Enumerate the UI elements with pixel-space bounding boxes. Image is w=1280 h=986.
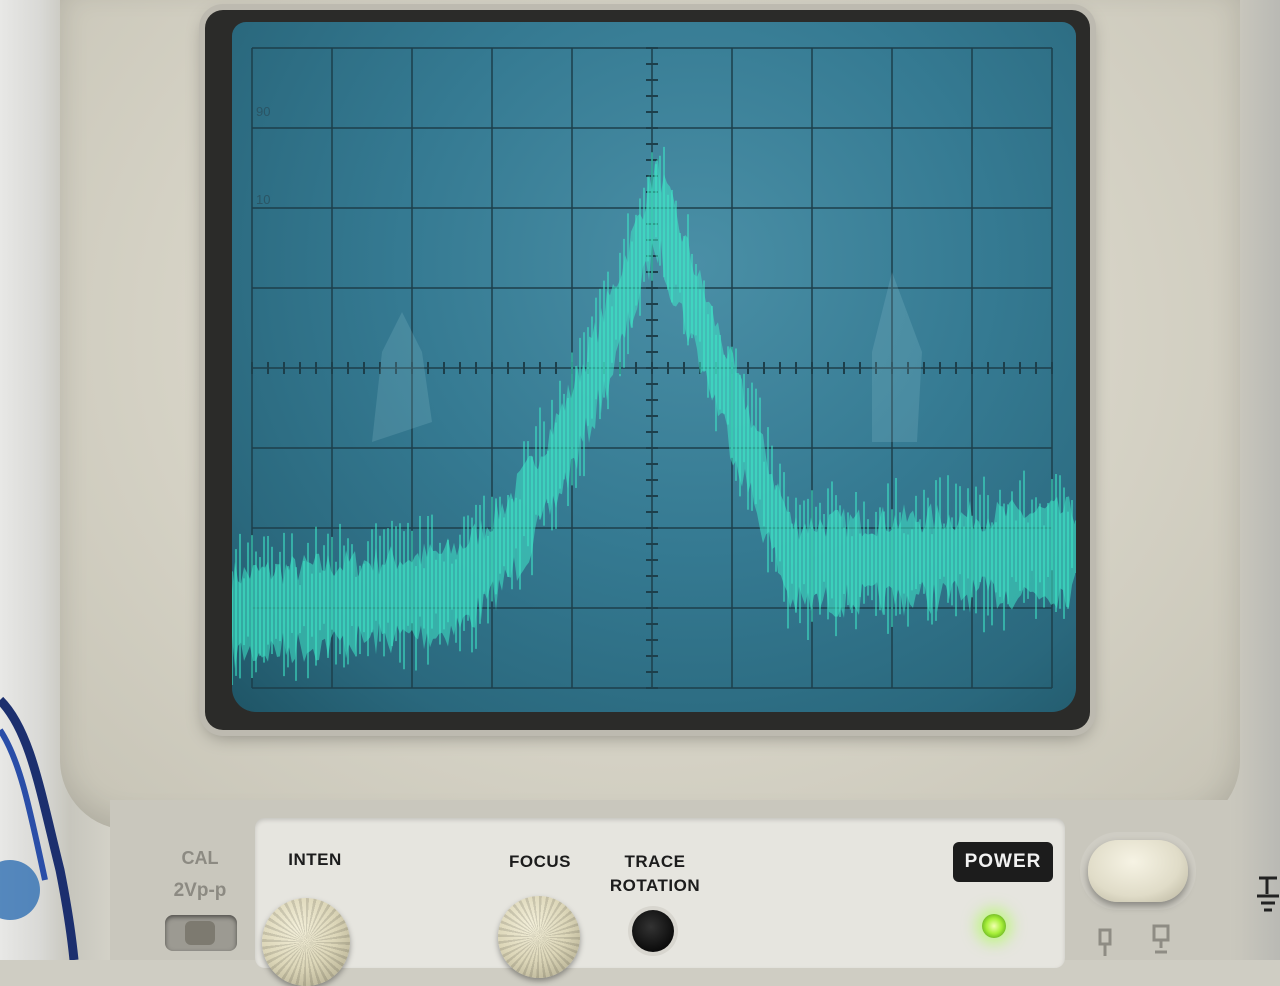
cal-label: CAL (181, 848, 219, 868)
inten-knob[interactable] (262, 898, 350, 986)
button-state-icons (1098, 924, 1170, 956)
mark-10: 10 (256, 192, 270, 207)
reflection-right (872, 272, 922, 442)
trace-label: TRACE (624, 852, 686, 871)
power-button[interactable] (1088, 840, 1188, 902)
crt-screen: 90 10 (232, 22, 1076, 712)
graticule-and-trace: 90 10 (232, 47, 1076, 689)
mark-90: 90 (256, 104, 270, 119)
focus-knob[interactable] (498, 896, 580, 978)
trace-rotation-adjust[interactable] (632, 910, 674, 952)
rotation-label: ROTATION (609, 876, 701, 895)
reflection-left (372, 312, 432, 442)
power-label: POWER (953, 842, 1053, 882)
focus-label: FOCUS (509, 852, 571, 871)
cal-value: 2Vp-p (173, 880, 227, 901)
inten-label: INTEN (288, 850, 342, 869)
power-led (982, 914, 1006, 938)
cal-terminal[interactable] (165, 915, 237, 951)
ground-icon (1257, 876, 1279, 912)
